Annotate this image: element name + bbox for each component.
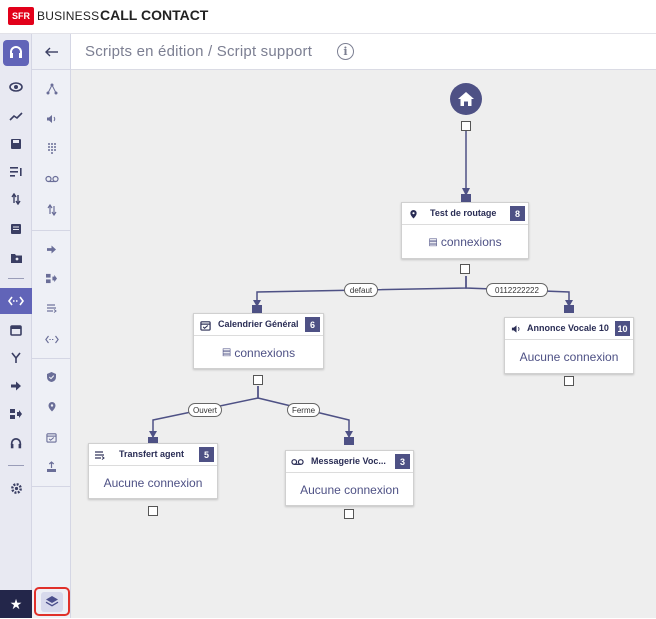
node-id-badge: 3 [395, 454, 410, 469]
edge-label-phone[interactable]: 0112222222 [486, 283, 548, 297]
output-port[interactable] [344, 509, 354, 519]
node-connections[interactable]: ▤ connexions [194, 337, 323, 368]
node-test-de-routage[interactable]: Test de routage 8 ▤ connexions [401, 202, 529, 259]
node-connections[interactable]: ▤ connexions [402, 226, 528, 258]
node-header: Test de routage 8 [402, 203, 528, 225]
node-title: Calendrier Général [218, 319, 299, 329]
node-id-badge: 5 [199, 447, 214, 462]
node-connections[interactable]: Aucune connexion [286, 474, 413, 505]
output-port[interactable] [564, 376, 574, 386]
node-header: Messagerie Voc... 3 [286, 451, 413, 473]
home-icon [458, 92, 474, 106]
node-connections[interactable]: Aucune connexion [89, 467, 217, 498]
node-header: Calendrier Général 6 [194, 314, 323, 336]
transfer-icon [93, 448, 107, 462]
node-body-text: connexions [234, 345, 296, 360]
node-connections[interactable]: Aucune connexion [505, 341, 633, 373]
node-id-badge: 10 [615, 321, 630, 336]
node-body-text: connexions [440, 235, 502, 249]
node-title: Transfert agent [119, 449, 185, 459]
input-port[interactable] [252, 305, 262, 313]
location-pin-icon [406, 207, 420, 221]
voicemail-icon [290, 455, 304, 469]
edge-label-ferme[interactable]: Ferme [287, 403, 320, 417]
output-port[interactable] [253, 375, 263, 385]
list-icon: ▤ [221, 347, 232, 358]
node-title: Test de routage [430, 208, 497, 218]
speaker-icon [509, 322, 523, 336]
node-id-badge: 8 [510, 206, 525, 221]
calendar-check-icon [198, 318, 212, 332]
output-port[interactable] [460, 264, 470, 274]
node-messagerie-vocale[interactable]: Messagerie Voc... 3 Aucune connexion [285, 450, 414, 506]
input-port[interactable] [461, 194, 471, 202]
node-header: Transfert agent 5 [89, 444, 217, 466]
input-port[interactable] [564, 305, 574, 313]
edge-label-ouvert[interactable]: Ouvert [188, 403, 222, 417]
start-home-node[interactable] [450, 83, 482, 115]
node-id-badge: 6 [305, 317, 320, 332]
input-port[interactable] [344, 437, 354, 445]
node-calendrier-general[interactable]: Calendrier Général 6 ▤ connexions [193, 313, 324, 369]
output-port[interactable] [148, 506, 158, 516]
connection-lines [149, 131, 573, 438]
node-transfert-agent[interactable]: Transfert agent 5 Aucune connexion [88, 443, 218, 499]
output-port[interactable] [461, 121, 471, 131]
node-title: Annonce Vocale 10 [527, 323, 609, 333]
list-icon: ▤ [428, 236, 438, 248]
node-title: Messagerie Voc... [311, 456, 386, 466]
node-annonce-vocale-10[interactable]: Annonce Vocale 10 10 Aucune connexion [504, 317, 634, 374]
edge-label-defaut[interactable]: defaut [344, 283, 378, 297]
node-header: Annonce Vocale 10 10 [505, 318, 633, 340]
